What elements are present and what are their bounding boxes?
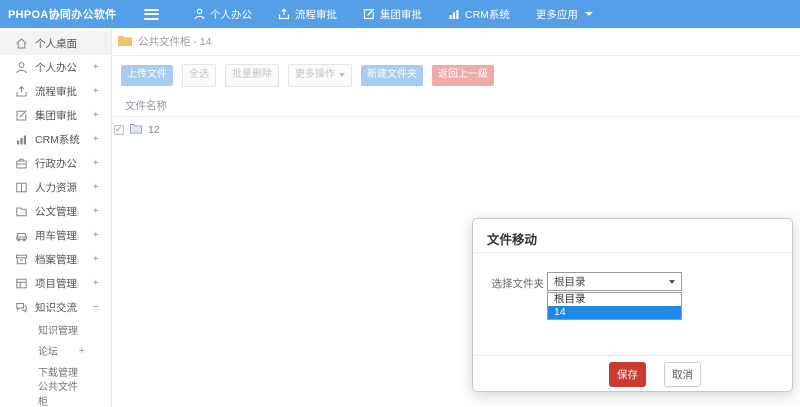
archive-icon (15, 253, 28, 266)
option-root-directory[interactable]: 根目录 (548, 293, 681, 306)
file-folder-icon (130, 121, 142, 139)
batch-delete-button[interactable]: 批量删除 (225, 64, 279, 87)
chart-icon (15, 133, 28, 146)
toolbar: 上传文件 全选 批量删除 更多操作 新建文件夹 返回上一级 (112, 56, 800, 96)
edit-icon (363, 8, 375, 20)
save-button[interactable]: 保存 (609, 361, 646, 387)
upload-icon (278, 8, 290, 20)
topnav-label: 更多应用 (535, 8, 578, 21)
sidebar-item-archive-mgmt[interactable]: 档案管理 + (0, 247, 111, 271)
file-name[interactable]: 12 (148, 124, 160, 136)
folder-icon (118, 35, 132, 49)
topnav-label: 个人办公 (210, 8, 252, 21)
sidebar-item-hr[interactable]: 人力资源 + (0, 175, 111, 199)
option-14[interactable]: 14 (548, 306, 681, 319)
topnav-label: CRM系统 (465, 8, 510, 21)
topnav-label: 流程审批 (295, 8, 337, 21)
user-icon (15, 61, 28, 74)
sidebar-item-personal-office[interactable]: 个人办公 + (0, 55, 111, 79)
upload-icon (15, 85, 28, 98)
edit-icon (15, 109, 28, 122)
sidebar-subitem-knowledge-mgmt[interactable]: 知识管理 (0, 319, 111, 340)
sidebar-item-knowledge-exchange[interactable]: 知识交流 − (0, 295, 111, 319)
caret-down-icon (669, 279, 675, 284)
topnav-crm[interactable]: CRM系统 (435, 0, 523, 28)
file-name-column-header: 文件名称 (125, 99, 167, 112)
sidebar-item-crm[interactable]: CRM系统 + (0, 127, 111, 151)
topnav-workflow-approval[interactable]: 流程审批 (265, 0, 350, 28)
table-header: 文件名称 (112, 96, 800, 117)
cancel-button[interactable]: 取消 (664, 361, 701, 387)
file-move-dialog: 文件移动 选择文件夹 根目录 根目录 14 保存 取消 (472, 218, 793, 392)
briefcase-icon (15, 157, 28, 170)
home-icon (15, 37, 28, 50)
car-icon (15, 229, 28, 242)
top-navigation: 个人办公 流程审批 集团审批 CRM系统 更多应用 (181, 0, 606, 28)
breadcrumb-text: 公共文件柜 - 14 (138, 36, 212, 48)
new-folder-button[interactable]: 新建文件夹 (361, 65, 423, 86)
caret-down-icon (584, 12, 593, 16)
select-all-button[interactable]: 全选 (182, 64, 216, 87)
more-actions-button[interactable]: 更多操作 (288, 64, 352, 87)
sidebar-item-group-approval[interactable]: 集团审批 + (0, 103, 111, 127)
sidebar-item-project-mgmt[interactable]: 项目管理 + (0, 271, 111, 295)
sidebar-item-workflow-approval[interactable]: 流程审批 + (0, 79, 111, 103)
sidebar-item-personal-desktop[interactable]: 个人桌面 (0, 31, 111, 55)
row-checkbox[interactable] (114, 124, 124, 135)
go-back-button[interactable]: 返回上一级 (432, 65, 494, 86)
dialog-header: 文件移动 (473, 219, 792, 253)
menu-toggle-icon[interactable] (144, 8, 159, 20)
dialog-footer: 保存 取消 (473, 355, 792, 392)
caret-down-icon (339, 73, 345, 78)
chart-icon (448, 8, 460, 20)
dialog-title: 文件移动 (487, 233, 538, 247)
folder-select[interactable]: 根目录 (547, 272, 682, 291)
breadcrumb: 公共文件柜 - 14 (112, 28, 800, 56)
folder-select-value: 根目录 (554, 276, 586, 288)
topbar: PHPOA协同办公软件 个人办公 流程审批 集团审批 CRM系统 更多应用 (0, 0, 800, 28)
table-row[interactable]: 12 (112, 117, 800, 143)
sidebar-subitem-public-file-cabinet[interactable]: 公共文件柜 (0, 382, 111, 407)
app-logo[interactable]: PHPOA协同办公软件 (0, 6, 136, 22)
book-icon (15, 181, 28, 194)
sidebar-item-document-mgmt[interactable]: 公文管理 + (0, 199, 111, 223)
user-icon (194, 8, 205, 20)
sidebar-subitem-forum[interactable]: 论坛 + (0, 340, 111, 361)
dialog-body: 选择文件夹 根目录 根目录 14 (473, 253, 792, 355)
topnav-more-apps[interactable]: 更多应用 (523, 0, 606, 28)
topnav-personal-office[interactable]: 个人办公 (181, 0, 265, 28)
chat-icon (15, 301, 28, 314)
topnav-label: 集团审批 (380, 8, 422, 21)
folder-select-options: 根目录 14 (547, 292, 682, 320)
document-icon (15, 205, 28, 218)
sidebar-item-vehicle-mgmt[interactable]: 用车管理 + (0, 223, 111, 247)
project-icon (15, 277, 28, 290)
folder-select-label: 选择文件夹 (491, 278, 545, 290)
sidebar-item-admin-office[interactable]: 行政办公 + (0, 151, 111, 175)
topnav-group-approval[interactable]: 集团审批 (350, 0, 435, 28)
upload-file-button[interactable]: 上传文件 (121, 65, 173, 86)
sidebar: 个人桌面 个人办公 + 流程审批 + 集团审批 + CRM系统 + 行政办公 + (0, 28, 112, 407)
